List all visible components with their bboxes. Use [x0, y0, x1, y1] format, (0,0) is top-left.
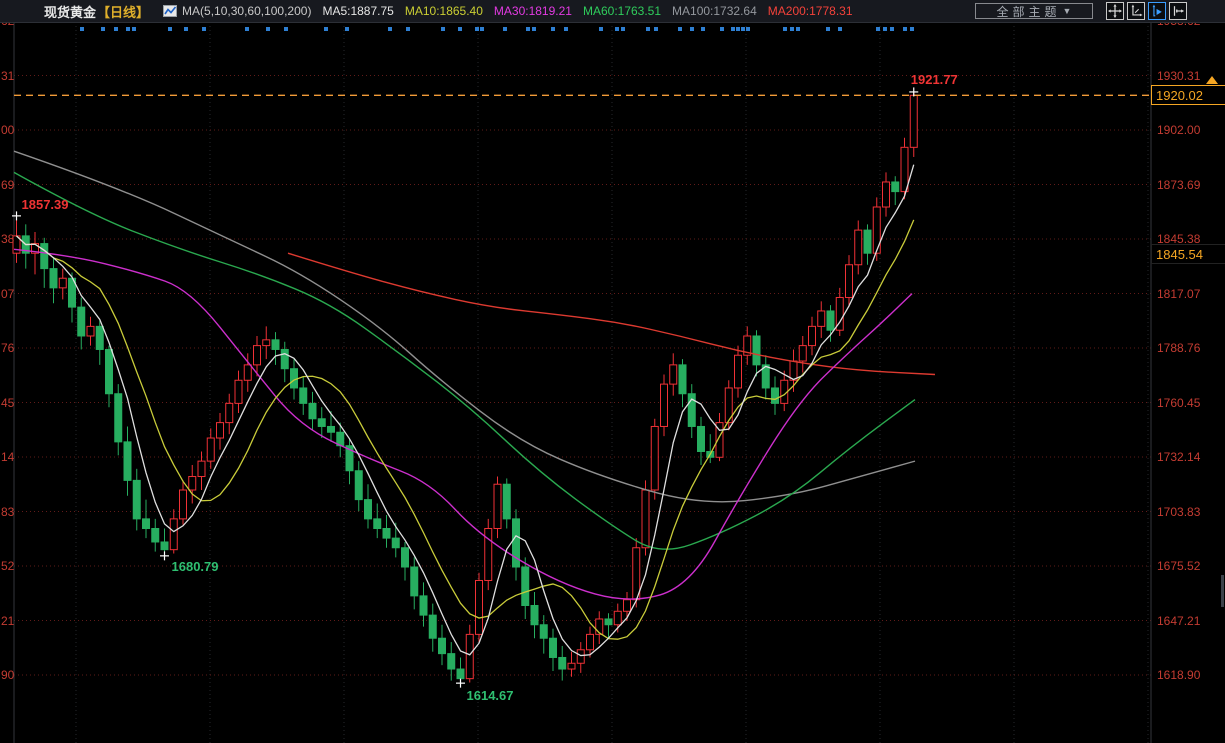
- chart-type-icon[interactable]: [163, 4, 177, 18]
- left-price-label: 69: [1, 178, 14, 192]
- ma-line-ma10: [17, 220, 914, 639]
- ma200-value: MA200:1778.31: [768, 4, 853, 18]
- grid-lines: [14, 21, 1151, 743]
- axis-scale-icon: [1129, 4, 1143, 18]
- left-price-label: 31: [1, 69, 14, 83]
- themes-dropdown[interactable]: 全部主题 ▼: [975, 3, 1093, 19]
- price-label: 1732.14: [1157, 450, 1200, 464]
- toolbar: 全部主题 ▼: [975, 2, 1225, 20]
- left-price-label: 76: [1, 341, 14, 355]
- move-icon: [1108, 4, 1122, 18]
- event-dots: [80, 27, 914, 31]
- ma10-value: MA10:1865.40: [405, 4, 483, 18]
- extreme-price-label: 1614.67: [467, 688, 514, 703]
- ma-line-ma60: [14, 172, 915, 549]
- ma30-value: MA30:1819.21: [494, 4, 572, 18]
- price-label: 1788.76: [1157, 341, 1200, 355]
- left-price-label: 38: [1, 232, 14, 246]
- price-label: 1618.90: [1157, 668, 1200, 682]
- price-up-arrow-icon: [1206, 76, 1218, 84]
- price-label: 1817.07: [1157, 287, 1200, 301]
- price-label: 1760.45: [1157, 396, 1200, 410]
- trading-app-window: 现货黄金 【日线】 MA(5,10,30,60,100,200) MA5:188…: [0, 0, 1225, 743]
- extreme-price-label: 1921.77: [911, 72, 958, 87]
- pan-tool-button[interactable]: [1106, 2, 1124, 20]
- right-price-axis[interactable]: 1958.621930.311902.001873.691845.381817.…: [1151, 0, 1225, 743]
- annotations: 1857.39 1921.77 1680.79 1614.67: [12, 72, 958, 703]
- price-label: 1873.69: [1157, 178, 1200, 192]
- price-label: 1902.00: [1157, 123, 1200, 137]
- left-axis-tool-button[interactable]: [1127, 2, 1145, 20]
- shift-chart-button[interactable]: [1169, 2, 1187, 20]
- extreme-price-label: 1857.39: [22, 197, 69, 212]
- current-price-box: 1920.02: [1151, 85, 1225, 105]
- left-price-label: 90: [1, 668, 14, 682]
- price-label: 1675.52: [1157, 559, 1200, 573]
- scrollbar-thumb[interactable]: [1221, 575, 1224, 607]
- price-label: 1930.31: [1157, 69, 1200, 83]
- current-price-value: 1920.02: [1156, 88, 1203, 103]
- shift-right-icon: [1171, 4, 1185, 18]
- left-price-label: 14: [1, 450, 14, 464]
- chart-header: 现货黄金 【日线】 MA(5,10,30,60,100,200) MA5:188…: [0, 0, 1225, 23]
- left-price-label: 83: [1, 505, 14, 519]
- caret-down-icon: ▼: [1063, 6, 1072, 16]
- legend-bar: 现货黄金 【日线】 MA(5,10,30,60,100,200) MA5:188…: [0, 2, 853, 21]
- candles: [13, 92, 917, 683]
- ma60-value: MA60:1763.51: [583, 4, 661, 18]
- left-price-label: 45: [1, 396, 14, 410]
- ma-lines: [14, 151, 935, 655]
- right-axis-tool-button[interactable]: [1148, 2, 1166, 20]
- ma-params-label: MA(5,10,30,60,100,200): [182, 4, 311, 18]
- ma-line-ma100: [14, 151, 915, 502]
- instrument-title: 现货黄金: [44, 2, 96, 21]
- left-price-axis: 62310069380776451483522190: [0, 0, 14, 743]
- ma100-value: MA100:1732.64: [672, 4, 757, 18]
- left-price-label: 07: [1, 287, 14, 301]
- extreme-price-label: 1680.79: [172, 559, 219, 574]
- price-label: 1703.83: [1157, 505, 1200, 519]
- axis-scale-active-icon: [1150, 4, 1164, 18]
- themes-label: 全部主题: [997, 3, 1061, 20]
- price-label: 1647.21: [1157, 614, 1200, 628]
- cost-price-value: 1845.54: [1156, 247, 1203, 262]
- left-price-label: 21: [1, 614, 14, 628]
- cost-price-box: 1845.54: [1151, 244, 1225, 264]
- ma5-value: MA5:1887.75: [322, 4, 393, 18]
- candlestick-chart[interactable]: 1857.39 1921.77 1680.79 1614.67: [0, 0, 1225, 743]
- period-label[interactable]: 【日线】: [97, 2, 149, 21]
- left-price-label: 00: [1, 123, 14, 137]
- left-price-label: 52: [1, 559, 14, 573]
